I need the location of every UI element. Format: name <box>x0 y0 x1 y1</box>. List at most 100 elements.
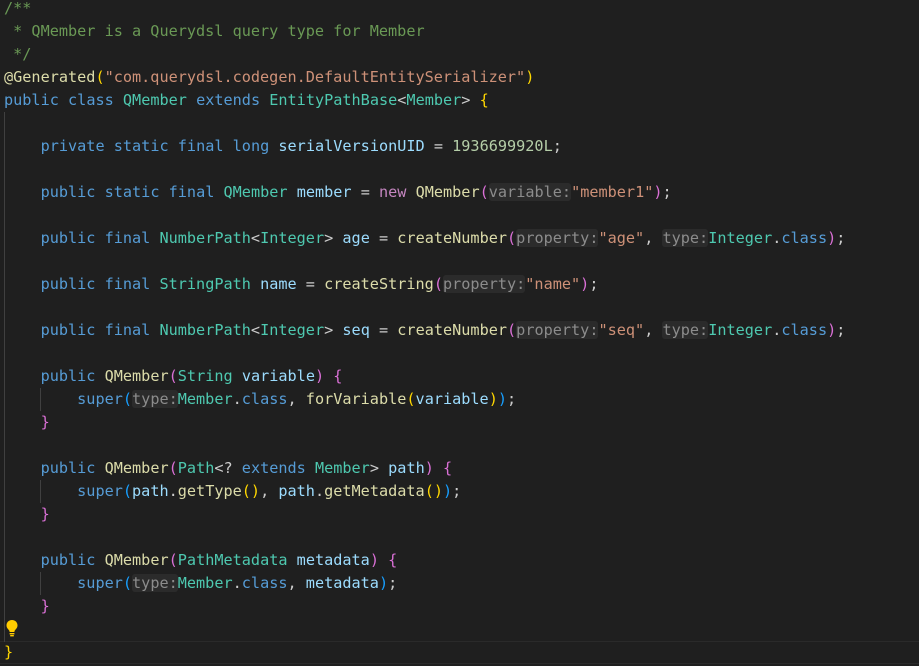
code-token-punct <box>105 137 114 155</box>
code-token-string: "seq" <box>598 321 645 339</box>
code-token-punct <box>59 91 68 109</box>
code-token-bracket2: ) <box>827 229 837 247</box>
code-line[interactable]: @Generated("com.querydsl.codegen.Default… <box>4 66 534 89</box>
code-token-keyword: private <box>40 137 105 155</box>
code-token-punct: . <box>772 229 782 247</box>
code-editor[interactable]: /** * QMember is a Querydsl query type f… <box>0 0 919 666</box>
code-token-function: createNumber <box>397 229 508 247</box>
code-token-punct <box>114 91 123 109</box>
code-token-type: String <box>177 367 233 385</box>
code-token-bracket2: } <box>40 413 50 431</box>
code-token-bracket1: () <box>424 482 443 500</box>
code-token-punct <box>159 183 168 201</box>
code-token-keyword: public <box>40 551 96 569</box>
code-line[interactable]: public QMember(String variable) { <box>4 365 343 388</box>
code-line[interactable]: */ <box>4 43 31 66</box>
code-line[interactable]: public final NumberPath<Integer> age = c… <box>4 227 845 250</box>
lightbulb-icon[interactable] <box>5 619 19 637</box>
code-token-punct <box>169 137 178 155</box>
code-token-type: EntityPathBase <box>269 91 398 109</box>
code-token-keyword: final <box>104 275 151 293</box>
current-line-highlight <box>0 641 919 664</box>
code-token-function: QMember <box>415 183 480 201</box>
code-token-bracket2: ( <box>168 459 178 477</box>
code-token-type: Integer <box>260 321 325 339</box>
code-token-punct <box>95 183 104 201</box>
code-token-type: Integer <box>708 229 773 247</box>
code-token-type: PathMetadata <box>177 551 288 569</box>
code-line[interactable]: } <box>4 595 50 618</box>
code-token-variable: path <box>132 482 169 500</box>
code-token-punct <box>324 367 333 385</box>
code-token-punct: , <box>644 229 663 247</box>
code-token-type: Member <box>177 574 233 592</box>
code-line[interactable]: private static final long serialVersionU… <box>4 135 562 158</box>
code-token-hint: type: <box>662 321 709 339</box>
code-line[interactable]: public QMember(Path<? extends Member> pa… <box>4 457 453 480</box>
code-token-annotation: @Generated <box>4 68 96 86</box>
code-token-variable: variable <box>415 390 489 408</box>
code-token-keyword: class <box>68 91 114 109</box>
code-token-punct: . <box>232 574 242 592</box>
code-line[interactable]: super(path.getType(), path.getMetadata()… <box>4 480 461 503</box>
code-token-keyword: long <box>232 137 270 155</box>
code-token-bracket3: ) <box>378 574 389 592</box>
code-token-bracket2: ) <box>827 321 837 339</box>
code-token-punct <box>95 321 104 339</box>
code-token-variable: path <box>278 482 315 500</box>
code-token-bracket2: ) <box>424 459 434 477</box>
code-token-keyword: public <box>40 459 96 477</box>
code-token-punct <box>288 183 297 201</box>
code-token-punct: , <box>644 321 663 339</box>
code-token-bracket3: ) <box>443 482 453 500</box>
code-token-hint: variable: <box>488 183 572 201</box>
code-token-type: Integer <box>260 229 325 247</box>
code-token-bracket1: } <box>4 643 14 661</box>
code-line[interactable]: } <box>4 641 13 664</box>
code-token-punct <box>4 482 77 500</box>
code-token-punct: ; <box>388 574 398 592</box>
code-token-type: Member <box>314 459 370 477</box>
code-token-punct <box>4 413 41 431</box>
code-token-punct: , <box>287 574 306 592</box>
code-token-hint: property: <box>516 229 599 247</box>
code-token-punct: . <box>168 482 178 500</box>
code-token-keyword: public <box>4 91 59 109</box>
code-token-variable: age <box>342 229 370 247</box>
code-token-hint: type: <box>132 574 178 592</box>
code-line[interactable]: public final StringPath name = createStr… <box>4 273 598 296</box>
code-line[interactable]: public final NumberPath<Integer> seq = c… <box>4 319 845 342</box>
code-token-punct: . <box>314 482 325 500</box>
code-line[interactable]: } <box>4 411 50 434</box>
code-token-punct <box>4 597 41 615</box>
code-token-punct <box>4 275 41 293</box>
code-token-keyword: final <box>104 321 151 339</box>
code-line[interactable]: public class QMember extends EntityPathB… <box>4 89 489 112</box>
code-line[interactable]: public static final QMember member = new… <box>4 181 672 204</box>
code-token-bracket2: } <box>40 505 50 523</box>
code-token-comment: */ <box>4 45 32 63</box>
code-line[interactable]: /** <box>4 0 31 20</box>
code-token-variable: path <box>388 459 425 477</box>
code-line[interactable]: public QMember(PathMetadata metadata) { <box>4 549 398 572</box>
code-token-function: QMember <box>104 551 169 569</box>
code-line[interactable]: super(type:Member.class, forVariable(var… <box>4 388 516 411</box>
code-token-keyword: super <box>77 390 123 408</box>
code-token-punct: < <box>250 229 261 247</box>
code-token-type: Integer <box>708 321 773 339</box>
code-token-punct <box>260 91 269 109</box>
code-token-bracket2: { <box>388 551 398 569</box>
code-token-function: createNumber <box>397 321 508 339</box>
code-token-comment: /** <box>4 0 32 17</box>
code-token-punct <box>4 137 41 155</box>
code-token-bracket3: ( <box>122 482 133 500</box>
code-line[interactable]: } <box>4 503 50 526</box>
code-line[interactable]: super(type:Member.class, metadata); <box>4 572 397 595</box>
code-token-punct <box>306 459 315 477</box>
code-token-punct: , <box>287 390 306 408</box>
code-line[interactable]: * QMember is a Querydsl query type for M… <box>4 20 424 43</box>
code-token-punct <box>95 229 104 247</box>
code-token-type: Path <box>177 459 215 477</box>
code-token-function: getMetadata <box>324 482 425 500</box>
code-token-bracket1: { <box>479 91 489 109</box>
